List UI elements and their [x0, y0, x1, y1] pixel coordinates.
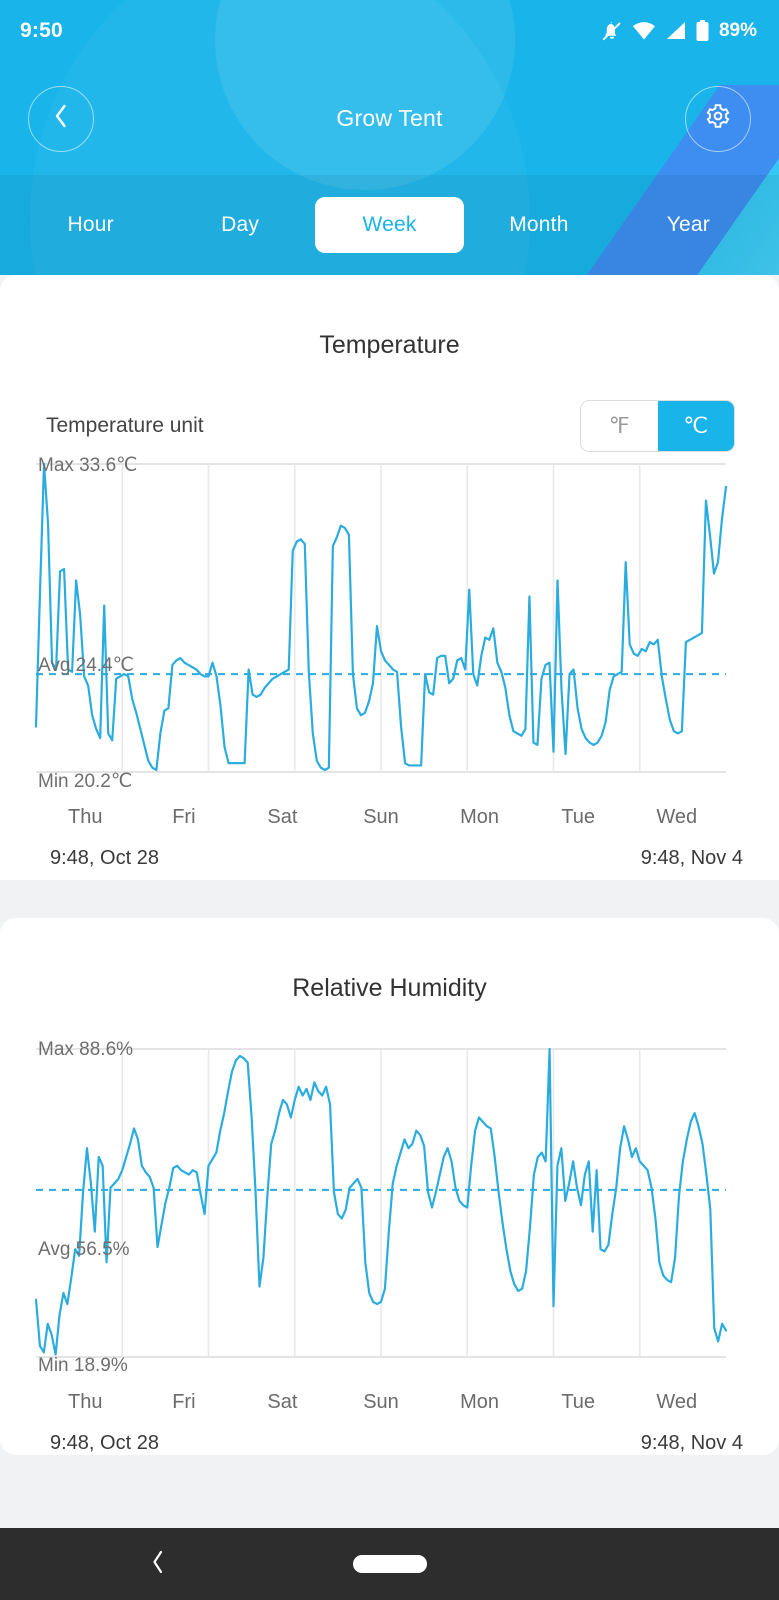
unit-option-fahrenheit[interactable]: ℉ [581, 401, 658, 451]
tab-month[interactable]: Month [464, 197, 613, 253]
x-tick-wed: Wed [656, 806, 698, 828]
back-button[interactable] [28, 85, 94, 152]
x-tick-mon: Mon [460, 1391, 500, 1413]
system-home-pill[interactable] [352, 1555, 427, 1573]
humidity-x-axis: Thu Fri Sat Sun Mon Tue Wed [0, 1391, 726, 1414]
temperature-plot [34, 462, 728, 773]
battery-percent: 89% [718, 20, 757, 41]
x-tick-sun: Sun [363, 1391, 399, 1413]
temperature-card: Temperature Temperature unit ℉ ℃ Max 33.… [0, 275, 779, 880]
app-header: 9:50 89% Grow Tent Hour Day Week Month Y… [0, 0, 779, 275]
bell-off-icon [601, 20, 623, 42]
humidity-title: Relative Humidity [292, 974, 487, 1002]
temperature-unit-label: Temperature unit [46, 414, 204, 437]
humidity-range-end: 9:48, Nov 4 [640, 1432, 743, 1454]
temperature-avg-label: Avg 24.4℃ [38, 655, 134, 676]
gear-icon [705, 103, 731, 134]
x-tick-wed: Wed [656, 1391, 698, 1413]
temperature-max-label: Max 33.6℃ [38, 455, 138, 476]
temperature-chart[interactable]: Max 33.6℃ Avg 24.4℃ Min 20.2℃ [0, 452, 779, 802]
humidity-card: Relative Humidity Max 88.6% Avg 56.5% Mi… [0, 918, 779, 1455]
tab-hour[interactable]: Hour [16, 197, 165, 253]
humidity-min-label: Min 18.9% [38, 1355, 128, 1376]
humidity-max-label: Max 88.6% [38, 1039, 134, 1060]
page-title: Grow Tent [336, 105, 443, 131]
x-tick-tue: Tue [561, 806, 596, 828]
x-tick-sat: Sat [267, 806, 298, 828]
temperature-min-label: Min 20.2℃ [38, 771, 133, 792]
status-bar: 9:50 89% [0, 0, 779, 62]
temperature-unit-row: Temperature unit ℉ ℃ [0, 360, 779, 452]
x-tick-fri: Fri [172, 806, 196, 828]
status-time: 9:50 [20, 19, 63, 42]
settings-button[interactable] [685, 85, 751, 152]
x-tick-fri: Fri [172, 1391, 196, 1413]
x-tick-sun: Sun [363, 806, 399, 828]
temperature-range-end: 9:48, Nov 4 [640, 847, 743, 869]
card-separator [0, 880, 779, 918]
temperature-range-row: 9:48, Oct 28 9:48, Nov 4 [0, 829, 779, 870]
tab-day[interactable]: Day [165, 197, 314, 253]
tab-year[interactable]: Year [614, 197, 763, 253]
humidity-range-row: 9:48, Oct 28 9:48, Nov 4 [0, 1414, 779, 1455]
nav-bar: Grow Tent [0, 62, 779, 175]
x-tick-thu: Thu [68, 1391, 103, 1413]
x-tick-sat: Sat [267, 1391, 298, 1413]
temperature-range-start: 9:48, Oct 28 [50, 847, 159, 869]
x-tick-mon: Mon [460, 806, 500, 828]
chevron-left-icon [52, 102, 70, 135]
wifi-icon [632, 21, 656, 41]
temperature-x-axis: Thu Fri Sat Sun Mon Tue Wed [0, 806, 726, 829]
temperature-unit-toggle[interactable]: ℉ ℃ [580, 400, 735, 452]
system-back-button[interactable] [150, 1549, 166, 1580]
temperature-title: Temperature [319, 331, 460, 359]
humidity-avg-label: Avg 56.5% [38, 1239, 130, 1260]
content-scroll-area[interactable]: Temperature Temperature unit ℉ ℃ Max 33.… [0, 275, 779, 1528]
humidity-chart[interactable]: Max 88.6% Avg 56.5% Min 18.9% [0, 1037, 779, 1387]
system-navigation-bar [0, 1528, 779, 1600]
unit-option-celsius[interactable]: ℃ [657, 401, 734, 451]
status-icons: 89% [601, 20, 757, 42]
battery-icon [696, 20, 709, 42]
x-tick-tue: Tue [561, 1391, 596, 1413]
tab-week[interactable]: Week [314, 197, 465, 253]
period-tab-bar: Hour Day Week Month Year [0, 175, 779, 275]
x-tick-thu: Thu [68, 806, 103, 828]
signal-icon [665, 21, 687, 41]
humidity-range-start: 9:48, Oct 28 [50, 1432, 159, 1454]
humidity-plot [34, 1047, 728, 1358]
